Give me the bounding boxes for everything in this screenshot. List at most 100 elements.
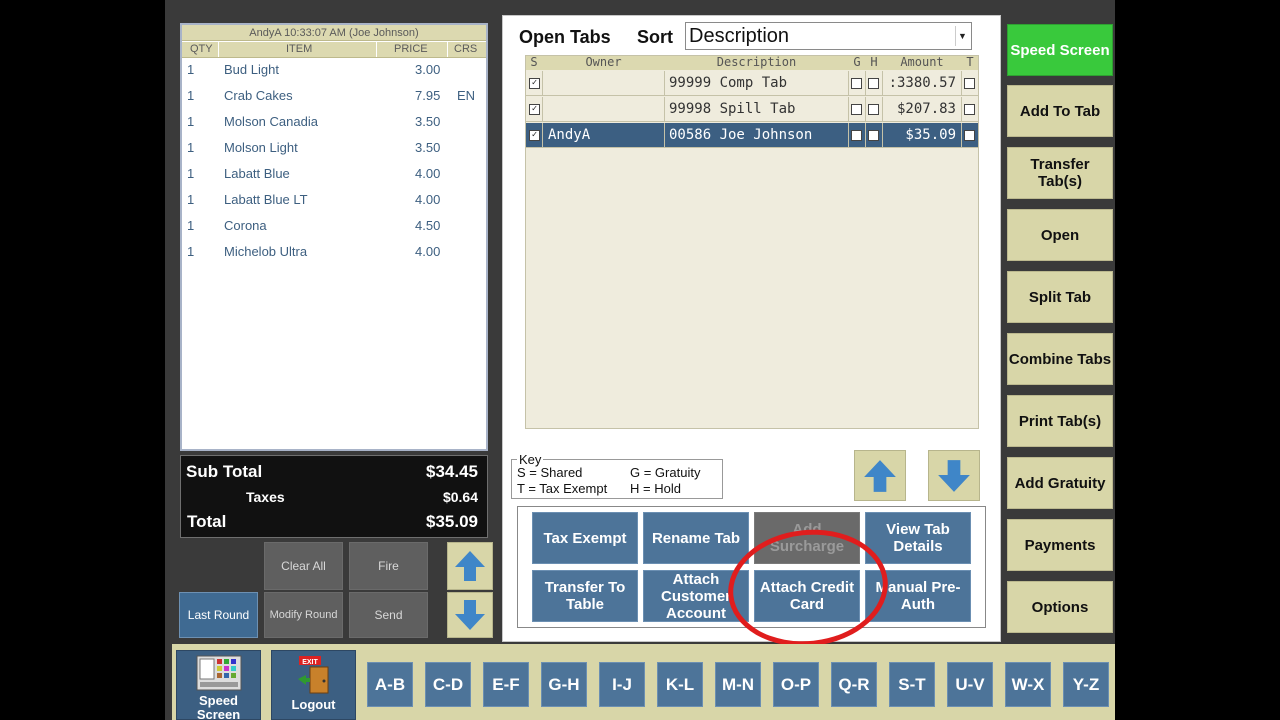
open-button[interactable]: Open — [1007, 209, 1113, 261]
receipt-column-headers: QTY ITEM PRICE CRS — [182, 42, 486, 58]
key-shared: S = Shared — [517, 465, 583, 480]
exit-sign-text: EXIT — [302, 659, 318, 666]
letter-filter-q-r[interactable]: Q-R — [831, 662, 877, 707]
letter-filter-i-j[interactable]: I-J — [599, 662, 645, 707]
logout-button[interactable]: EXIT Logout — [271, 650, 356, 720]
receipt-item-row[interactable]: 1 Crab Cakes 7.95 EN — [182, 86, 486, 106]
receipt-item-row[interactable]: 1 Molson Light 3.50 — [182, 138, 486, 158]
bottom-speed-screen-label: Speed Screen — [196, 693, 241, 720]
arrow-down-icon — [938, 459, 970, 492]
taxes-label: Taxes — [246, 489, 285, 505]
transfer-tabs-button[interactable]: Transfer Tab(s) — [1007, 147, 1113, 199]
hold-checkbox[interactable] — [868, 78, 879, 89]
hold-checkbox[interactable] — [868, 104, 879, 115]
options-button[interactable]: Options — [1007, 581, 1113, 633]
gratuity-checkbox[interactable] — [851, 104, 862, 115]
add-gratuity-button[interactable]: Add Gratuity — [1007, 457, 1113, 509]
receipt-item-qty: 1 — [187, 62, 195, 77]
transfer-to-table-button[interactable]: Transfer To Table — [532, 570, 638, 622]
letter-filter-s-t[interactable]: S-T — [889, 662, 935, 707]
tab-description: 99998 Spill Tab — [669, 101, 796, 117]
send-button[interactable]: Send — [349, 592, 428, 638]
receipt-item-qty: 1 — [187, 166, 195, 181]
rename-tab-button[interactable]: Rename Tab — [643, 512, 749, 564]
fire-button[interactable]: Fire — [349, 542, 428, 590]
shared-checkbox[interactable]: ✓ — [529, 130, 540, 141]
open-tab-row[interactable]: ✓ AndyA 00586 Joe Johnson $35.09 — [526, 123, 978, 148]
col-price: PRICE — [394, 43, 428, 55]
col-description: Description — [716, 55, 797, 69]
col-s: S — [530, 55, 538, 69]
receipt-item-item: Michelob Ultra — [224, 244, 308, 259]
clear-all-button[interactable]: Clear All — [264, 542, 343, 590]
shared-checkbox[interactable]: ✓ — [529, 104, 540, 115]
receipt-item-crs: EN — [457, 88, 476, 103]
key-hold: H = Hold — [630, 481, 681, 496]
sort-label: Sort — [637, 27, 673, 47]
open-tab-row[interactable]: ✓ 99998 Spill Tab $207.83 — [526, 97, 978, 122]
open-tab-row[interactable]: ✓ 99999 Comp Tab:3380.57 — [526, 71, 978, 96]
receipt-item-row[interactable]: 1 Labatt Blue LT 4.00 — [182, 190, 486, 210]
exit-door-icon: EXIT — [297, 656, 328, 694]
tab-amount: $35.09 — [905, 127, 956, 143]
receipt-item-row[interactable]: 1 Labatt Blue 4.00 — [182, 164, 486, 184]
tabs-scroll-up-button[interactable] — [854, 450, 906, 501]
tab-owner: AndyA — [548, 127, 591, 143]
receipt-item-price: 3.00 — [415, 62, 441, 77]
speed-screen-button[interactable]: Speed Screen — [1007, 24, 1113, 76]
tabs-scroll-down-button[interactable] — [928, 450, 980, 501]
bottom-speed-screen-button[interactable]: Speed Screen — [176, 650, 261, 720]
letter-filter-m-n[interactable]: M-N — [715, 662, 761, 707]
receipt-item-row[interactable]: 1 Molson Canadia 3.50 — [182, 112, 486, 132]
view-tab-details-button[interactable]: View Tab Details — [865, 512, 971, 564]
col-item: ITEM — [286, 43, 313, 55]
modify-round-button[interactable]: Modify Round — [264, 592, 343, 638]
letter-filter-g-h[interactable]: G-H — [541, 662, 587, 707]
add-to-tab-button[interactable]: Add To Tab — [1007, 85, 1113, 137]
print-tabs-button[interactable]: Print Tab(s) — [1007, 395, 1113, 447]
receipt-item-price: 4.50 — [415, 218, 441, 233]
tax-checkbox[interactable] — [964, 78, 975, 89]
letter-filter-e-f[interactable]: E-F — [483, 662, 529, 707]
split-tab-button[interactable]: Split Tab — [1007, 271, 1113, 323]
totals-panel: Sub Total $34.45 Taxes $0.64 Total $35.0… — [180, 455, 488, 538]
gratuity-checkbox[interactable] — [851, 78, 862, 89]
pos-window: AndyA 10:33:07 AM (Joe Johnson) QTY ITEM… — [165, 0, 1115, 720]
tax-checkbox[interactable] — [964, 130, 975, 141]
receipt-item-qty: 1 — [187, 218, 195, 233]
col-h: H — [870, 55, 878, 69]
sort-dropdown-value: Description — [689, 25, 790, 47]
grid-header: S Owner Description G H Amount T — [526, 56, 978, 70]
sort-dropdown[interactable]: Description ▼ — [685, 22, 972, 50]
tax-checkbox[interactable] — [964, 104, 975, 115]
receipt-item-price: 3.50 — [415, 140, 441, 155]
letter-filter-y-z[interactable]: Y-Z — [1063, 662, 1109, 707]
payments-button[interactable]: Payments — [1007, 519, 1113, 571]
receipt-item-item: Labatt Blue LT — [224, 192, 308, 207]
shared-checkbox[interactable]: ✓ — [529, 78, 540, 89]
gratuity-checkbox[interactable] — [851, 130, 862, 141]
letter-filter-k-l[interactable]: K-L — [657, 662, 703, 707]
receipt-item-row[interactable]: 1 Michelob Ultra 4.00 — [182, 242, 486, 262]
letter-filter-w-x[interactable]: W-X — [1005, 662, 1051, 707]
receipt-scroll-up-button[interactable] — [447, 542, 493, 590]
hold-checkbox[interactable] — [868, 130, 879, 141]
bottom-bar: Speed Screen EXIT Logout A-B C-D E-F G-H I-J… — [172, 644, 1115, 720]
receipt-item-item: Corona — [224, 218, 267, 233]
receipt-scroll-down-button[interactable] — [447, 592, 493, 638]
arrow-up-icon — [455, 551, 485, 581]
letter-filter-a-b[interactable]: A-B — [367, 662, 413, 707]
letter-filter-c-d[interactable]: C-D — [425, 662, 471, 707]
combine-tabs-button[interactable]: Combine Tabs — [1007, 333, 1113, 385]
receipt-item-qty: 1 — [187, 114, 195, 129]
total-label: Total — [187, 512, 227, 531]
last-round-button[interactable]: Last Round — [179, 592, 258, 638]
letter-filter-u-v[interactable]: U-V — [947, 662, 993, 707]
tax-exempt-button[interactable]: Tax Exempt — [532, 512, 638, 564]
subtotal-label: Sub Total — [186, 462, 263, 481]
letter-filter-o-p[interactable]: O-P — [773, 662, 819, 707]
col-t: T — [966, 55, 974, 69]
receipt-item-row[interactable]: 1 Corona 4.50 — [182, 216, 486, 236]
receipt-item-row[interactable]: 1 Bud Light 3.00 — [182, 60, 486, 80]
key-gratuity: G = Gratuity — [630, 465, 701, 480]
